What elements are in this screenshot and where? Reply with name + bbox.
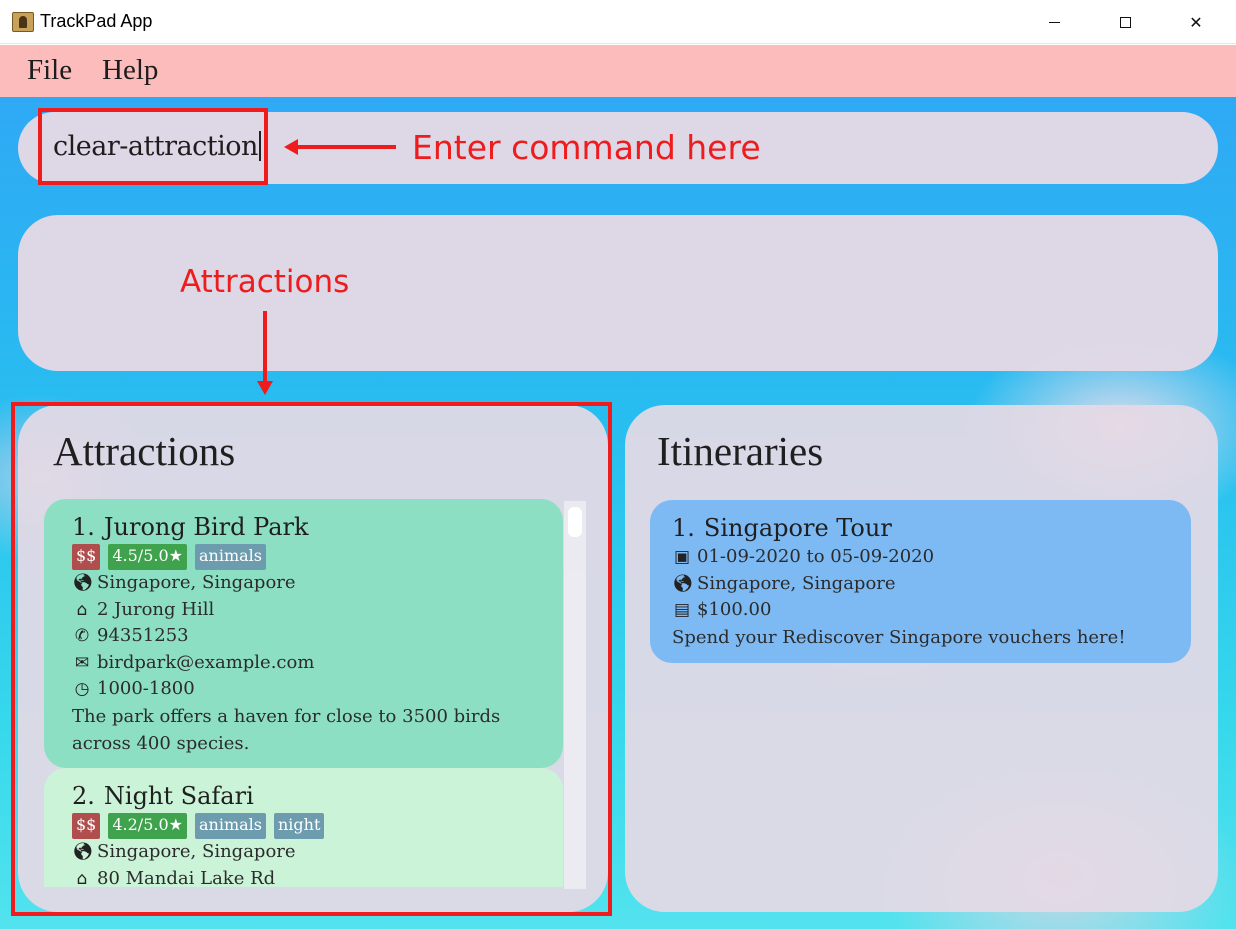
menu-bar: File Help [0,45,1236,97]
itinerary-index: 1. [672,514,695,542]
window-title: TrackPad App [40,11,153,31]
itineraries-title: Itineraries [657,428,824,474]
menu-file[interactable]: File [27,54,72,87]
minimize-icon [1048,21,1060,23]
itinerary-location-row: 🌎︎ Singapore, Singapore [672,571,1175,598]
money-icon: ▤ [673,600,691,620]
command-arrow-head [284,139,298,155]
itinerary-description: Spend your Rediscover Singapore vouchers… [672,626,1126,648]
itineraries-panel: Itineraries 1. Singapore Tour ▣ 01-09-2020… [625,405,1218,912]
minimize-button[interactable] [1019,0,1089,44]
itinerary-card[interactable]: 1. Singapore Tour ▣ 01-09-2020 to 05-09-20… [650,500,1191,663]
itinerary-name: Singapore Tour [703,514,892,542]
close-icon: ✕ [1189,12,1203,32]
attractions-arrow-line [263,311,267,383]
attractions-annotation-label: Attractions [180,264,350,300]
itinerary-budget: $100.00 [697,599,772,620]
title-bar: TrackPad App ✕ [0,0,1236,44]
calendar-icon: ▣ [673,547,691,567]
itinerary-heading: 1. Singapore Tour [672,512,1175,544]
itinerary-budget-row: ▤ $100.00 [672,597,1175,624]
itinerary-dates: 01-09-2020 to 05-09-2020 [697,546,935,567]
maximize-icon [1119,16,1131,28]
app-icon [12,12,34,32]
command-arrow-line [296,145,396,149]
command-annotation-label: Enter command here [412,128,761,167]
command-highlight-box [38,108,268,185]
attractions-arrow-head [257,381,273,395]
globe-icon: 🌎︎ [672,573,694,594]
itinerary-dates-row: ▣ 01-09-2020 to 05-09-2020 [672,544,1175,571]
attractions-highlight-box [11,402,612,916]
maximize-button[interactable] [1090,0,1160,44]
menu-help[interactable]: Help [102,54,158,87]
itinerary-location: Singapore, Singapore [697,572,896,594]
close-button[interactable]: ✕ [1161,0,1231,44]
